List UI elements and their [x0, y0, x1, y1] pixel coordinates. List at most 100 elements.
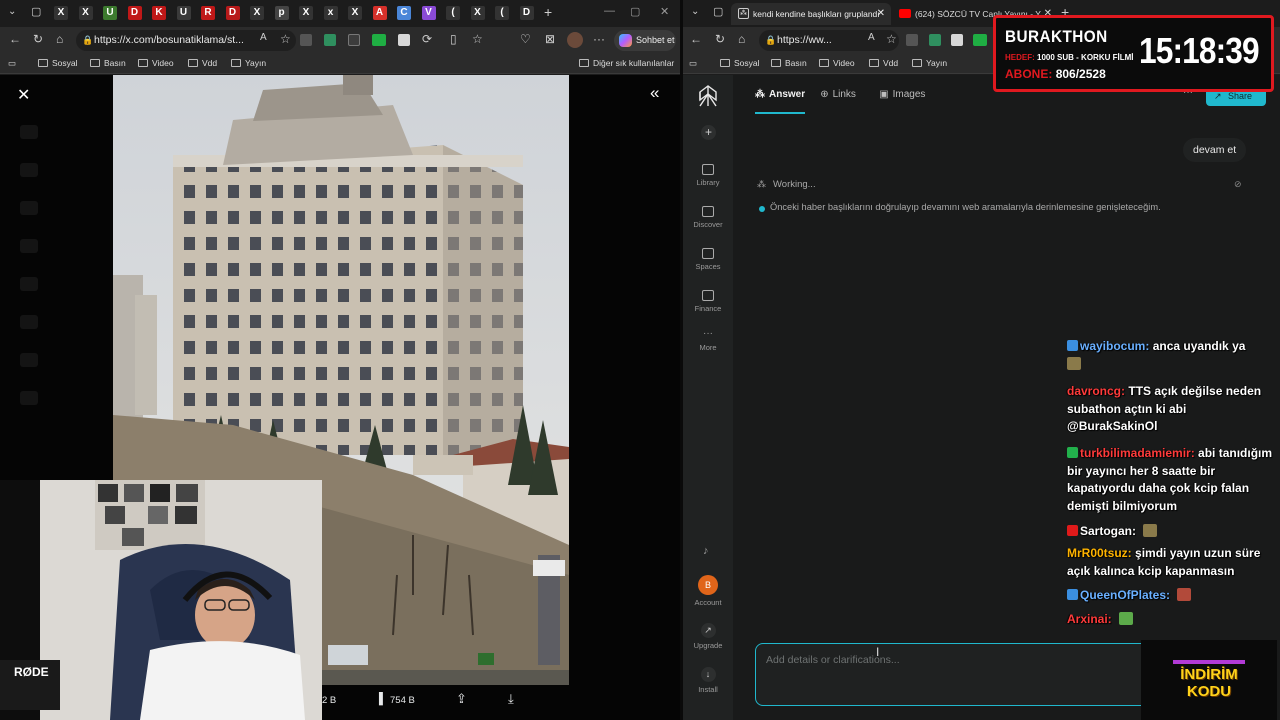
webcam-image: RØDE	[0, 480, 322, 720]
sidebar-item-discover[interactable]: Discover	[683, 206, 733, 229]
extension-icon[interactable]	[906, 34, 918, 46]
workspaces-icon[interactable]: ▢	[713, 5, 723, 18]
bookmark-folder[interactable]: Yayın	[231, 58, 266, 68]
read-aloud-icon[interactable]: A	[260, 32, 267, 43]
sidebar-item-upgrade[interactable]: ↗ Upgrade	[683, 623, 733, 650]
browser-tab[interactable]: K	[152, 6, 166, 20]
views-icon[interactable]: ▐	[375, 693, 383, 705]
extension-icon[interactable]	[324, 34, 336, 46]
close-window-icon[interactable]: ✕	[660, 5, 669, 18]
stop-working-icon[interactable]: ⊘	[1234, 179, 1242, 190]
split-screen-icon[interactable]: ▯	[450, 32, 457, 46]
tab-actions-icon[interactable]: ⌄	[691, 6, 699, 17]
notifications-bell-icon[interactable]: ♪	[703, 545, 709, 557]
extension-icon[interactable]: ⟳	[422, 32, 432, 46]
browser-tab[interactable]: X	[470, 6, 485, 20]
share-icon[interactable]: ⇪	[456, 691, 467, 707]
bookmark-folder[interactable]: Yayın	[912, 58, 947, 68]
address-bar[interactable]: 🔒 https://ww...	[759, 30, 899, 51]
url-text: https://ww...	[777, 34, 832, 46]
sidebar-item-account[interactable]: B Account	[683, 575, 733, 607]
sidebar-item-more[interactable]: ··· More	[683, 329, 733, 353]
browser-tab[interactable]: X	[299, 6, 313, 20]
other-bookmarks[interactable]: Diğer sık kullanılanlar	[579, 58, 674, 68]
browser-tab[interactable]: D	[127, 6, 142, 20]
menu-dots-icon[interactable]: ···	[593, 32, 605, 46]
extension-icon[interactable]	[973, 34, 987, 46]
extension-icon[interactable]	[951, 34, 963, 46]
sidebar-item-install[interactable]: ↓ Install	[683, 667, 733, 694]
bookmark-folder[interactable]: Sosyal	[38, 58, 78, 68]
refresh-icon[interactable]: ↻	[33, 32, 43, 46]
browser-tab[interactable]: X	[54, 6, 68, 20]
bookmark-folder[interactable]: Video	[138, 58, 174, 68]
overlay-target-line: HEDEF: 1000 SUB - KORKU FİLMİ	[1005, 53, 1133, 62]
maximize-icon[interactable]: ▢	[630, 5, 640, 18]
sidebar-item-finance[interactable]: Finance	[683, 290, 733, 313]
refresh-icon[interactable]: ↻	[715, 32, 725, 46]
back-icon[interactable]: ←	[9, 32, 21, 46]
bookmark-folder[interactable]: Vdd	[869, 58, 898, 68]
minimize-icon[interactable]: —	[604, 5, 615, 17]
browser-tab[interactable]: X	[348, 6, 362, 20]
views-count[interactable]: 754 B	[390, 695, 415, 706]
favorite-star-icon[interactable]: ☆	[886, 32, 897, 46]
browser-tab[interactable]: U	[103, 6, 117, 20]
copilot-button[interactable]: Sohbet et	[614, 30, 676, 51]
home-icon[interactable]: ⌂	[738, 32, 745, 46]
bookmark-apps-icon[interactable]: ▭	[689, 58, 697, 69]
browser-tab[interactable]: A	[372, 6, 387, 20]
tab-images[interactable]: ▣ Images	[879, 89, 925, 100]
svg-text:RØDE: RØDE	[14, 665, 49, 679]
bookmark-folder[interactable]: Vdd	[188, 58, 217, 68]
tab-links[interactable]: ⊕ Links	[820, 89, 856, 100]
tab-perplexity[interactable]: ⁂ kendi kendine başlıkları gruplandı ✕	[731, 3, 891, 25]
browser-essentials-icon[interactable]: ⊠	[545, 32, 555, 46]
browser-tab[interactable]: C	[397, 6, 411, 20]
new-tab-icon[interactable]: +	[544, 4, 552, 20]
back-icon[interactable]: ←	[690, 32, 702, 46]
bookmark-folder[interactable]: Sosyal	[720, 58, 760, 68]
download-icon[interactable]: ⤓	[508, 691, 514, 707]
read-aloud-icon[interactable]: A	[868, 32, 875, 43]
browser-tab[interactable]: D	[225, 6, 240, 20]
sidebar-item-library[interactable]: Library	[683, 164, 733, 187]
bookmark-apps-icon[interactable]: ▭	[8, 58, 16, 69]
bookmark-folder[interactable]: Basın	[90, 58, 126, 68]
workspaces-icon[interactable]: ▢	[31, 5, 41, 18]
bookmark-folder[interactable]: Video	[819, 58, 855, 68]
perplexity-logo-icon[interactable]	[698, 85, 718, 107]
extension-icon[interactable]	[398, 34, 410, 46]
browser-tab[interactable]: U	[176, 6, 191, 20]
browser-tab[interactable]: p	[274, 6, 289, 20]
browser-tab[interactable]: X	[78, 6, 93, 20]
extension-icon[interactable]	[348, 34, 360, 46]
favorites-icon[interactable]: ☆	[472, 32, 483, 46]
bookmark-folder[interactable]: Basın	[771, 58, 807, 68]
browser-tab[interactable]: R	[201, 6, 215, 20]
favorite-star-icon[interactable]: ☆	[280, 32, 291, 46]
extension-icon[interactable]	[929, 34, 941, 46]
collections-icon[interactable]: ♡	[520, 32, 531, 46]
new-thread-icon[interactable]: +	[701, 125, 716, 140]
extension-icon[interactable]	[372, 34, 386, 46]
retweet-count[interactable]: 2 B	[322, 695, 336, 706]
tab-actions-icon[interactable]: ⌄	[8, 6, 16, 17]
home-icon[interactable]: ⌂	[56, 32, 63, 46]
close-media-icon[interactable]: ✕	[17, 85, 30, 105]
browser-tab[interactable]: (	[446, 6, 460, 20]
browser-tab[interactable]: x	[323, 6, 338, 20]
tab-answer[interactable]: ⁂ Answer	[755, 89, 805, 100]
browser-tab[interactable]: V	[421, 6, 436, 20]
chat-message: wayibocum: anca uyandık ya	[1067, 338, 1277, 373]
chat-message: Arxinai:	[1067, 611, 1277, 629]
sidebar-item-spaces[interactable]: Spaces	[683, 248, 733, 271]
target-label: HEDEF:	[1005, 53, 1035, 62]
close-tab-icon[interactable]: ✕	[877, 3, 885, 25]
profile-avatar[interactable]	[567, 32, 583, 48]
browser-tab[interactable]: X	[250, 6, 264, 20]
browser-tab[interactable]: (	[495, 6, 509, 20]
browser-tab[interactable]: D	[519, 6, 534, 20]
collapse-replies-icon[interactable]: «	[650, 83, 659, 103]
extension-icon[interactable]	[300, 34, 312, 46]
